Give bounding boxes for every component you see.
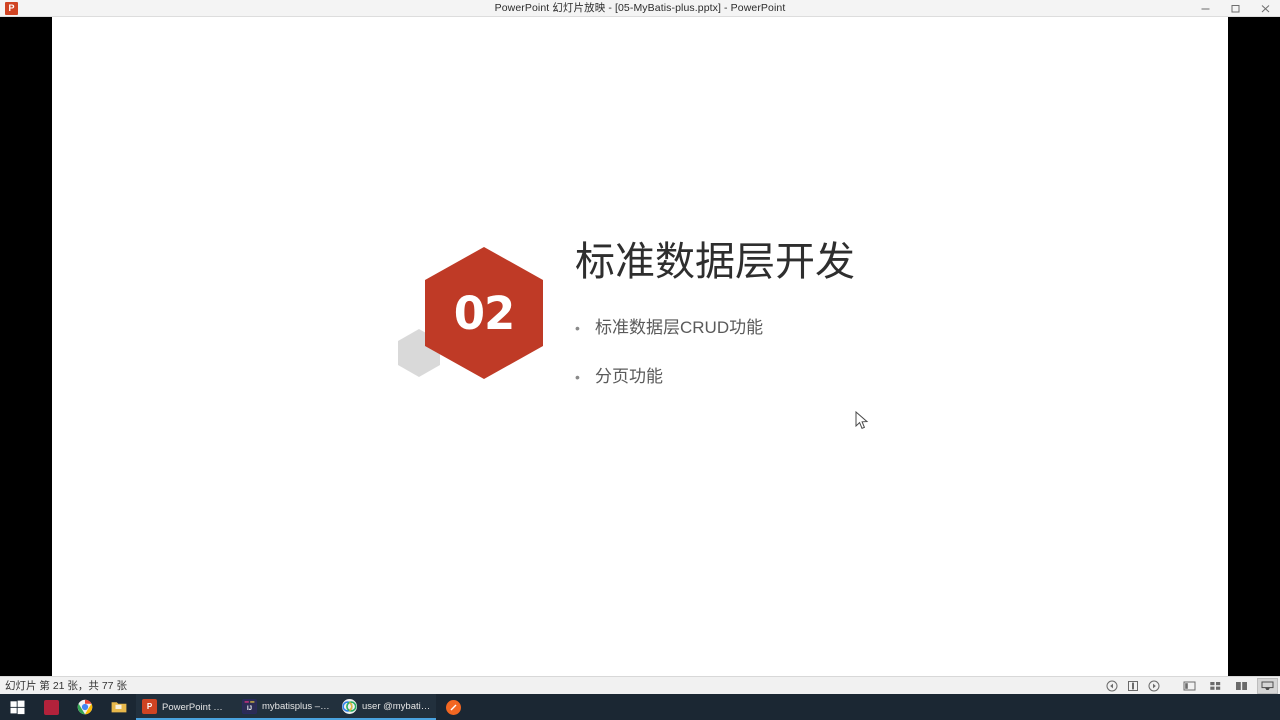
slide-content: 02 标准数据层开发 • 标准数据层CRUD功能 • 分页功能 xyxy=(397,237,957,437)
window-titlebar: P PowerPoint 幻灯片放映 - [05-MyBatis-plus.pp… xyxy=(0,0,1280,17)
list-item: • 分页功能 xyxy=(575,366,995,389)
slide-text-block: 标准数据层开发 • 标准数据层CRUD功能 • 分页功能 xyxy=(575,237,995,415)
status-bar-controls xyxy=(1101,677,1278,695)
taskbar-window-intellij[interactable]: IJ mybatisplus – Us... xyxy=(236,694,336,720)
taskbar-window-label: PowerPoint 幻灯... xyxy=(162,702,232,713)
next-slide-button[interactable] xyxy=(1143,678,1164,694)
minimize-icon[interactable] xyxy=(1190,0,1220,17)
browser-profile-icon xyxy=(342,698,357,714)
taskbar-window-powerpoint[interactable]: P PowerPoint 幻灯... xyxy=(136,694,236,720)
powerpoint-icon: P xyxy=(3,0,20,17)
bullet-text: 分页功能 xyxy=(595,366,663,386)
slide-sorter-view-button[interactable] xyxy=(1205,678,1226,694)
taskbar-app-orange[interactable] xyxy=(436,694,470,720)
slide-title: 标准数据层开发 xyxy=(575,240,855,284)
taskbar-window-label: user @mybatispl... xyxy=(362,700,432,712)
powerpoint-taskbar-icon: P xyxy=(142,698,157,714)
slide-counter: 幻灯片 第 21 张，共 77 张 xyxy=(5,680,127,692)
desktop-root: P PowerPoint 幻灯片放映 - [05-MyBatis-plus.pp… xyxy=(0,0,1280,720)
slideshow-stage[interactable]: 02 标准数据层开发 • 标准数据层CRUD功能 • 分页功能 xyxy=(0,17,1280,676)
bullet-marker-icon: • xyxy=(575,368,580,385)
presenter-tools-button[interactable] xyxy=(1122,678,1143,694)
taskbar-app-red[interactable] xyxy=(34,694,68,720)
chrome-logo-icon xyxy=(77,699,93,715)
chrome-icon[interactable] xyxy=(68,694,102,720)
maximize-icon[interactable] xyxy=(1220,0,1250,17)
slide-show-view-button[interactable] xyxy=(1257,678,1278,694)
normal-view-button[interactable] xyxy=(1179,678,1200,694)
hexagon-number-shape: 02 xyxy=(425,247,543,379)
slide-number-badge: 02 xyxy=(453,286,516,340)
slide-bullet-list: • 标准数据层CRUD功能 • 分页功能 xyxy=(575,317,995,389)
close-icon[interactable] xyxy=(1250,0,1280,17)
folder-icon xyxy=(111,702,127,713)
red-app-icon xyxy=(43,699,59,715)
reading-view-button[interactable] xyxy=(1231,678,1252,694)
file-explorer-icon[interactable] xyxy=(102,694,136,720)
status-bar: 幻灯片 第 21 张，共 77 张 xyxy=(0,676,1280,694)
taskbar-window-label: mybatisplus – Us... xyxy=(262,700,332,712)
hexagon-badge-group: 02 xyxy=(397,237,543,397)
previous-slide-button[interactable] xyxy=(1101,678,1122,694)
taskbar-window-browser[interactable]: user @mybatispl... xyxy=(336,694,436,720)
window-controls xyxy=(1190,0,1280,17)
bullet-marker-icon: • xyxy=(575,320,580,336)
start-button[interactable] xyxy=(0,694,34,720)
powerpoint-icon-badge: P xyxy=(5,1,18,15)
slide-canvas[interactable]: 02 标准数据层开发 • 标准数据层CRUD功能 • 分页功能 xyxy=(52,17,1228,676)
taskbar: P PowerPoint 幻灯... IJ mybatisplus – Us..… xyxy=(0,694,1280,720)
bullet-text: 标准数据层CRUD功能 xyxy=(595,318,764,337)
orange-app-icon xyxy=(445,699,461,715)
window-title: PowerPoint 幻灯片放映 - [05-MyBatis-plus.pptx… xyxy=(494,1,786,14)
windows-logo-icon xyxy=(10,700,24,714)
list-item: • 标准数据层CRUD功能 xyxy=(575,317,995,340)
svg-text:IJ: IJ xyxy=(247,706,252,712)
intellij-icon: IJ xyxy=(242,698,257,714)
